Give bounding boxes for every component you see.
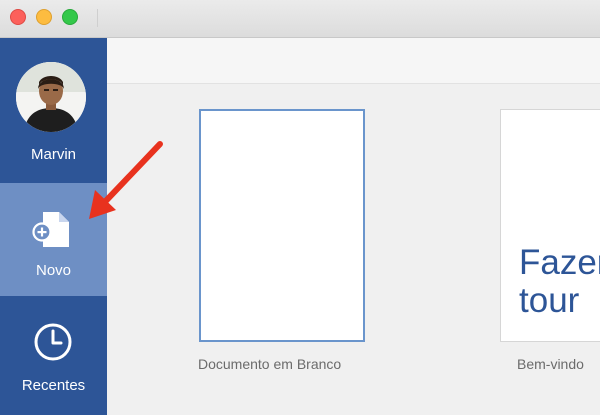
user-name: Marvin [30,146,76,163]
tour-thumbnail-line2: tour [519,280,580,320]
window-titlebar [0,0,600,38]
sidebar-item-recent-label: Recentes [21,377,86,394]
sidebar-item-new-label: Novo [35,262,72,279]
avatar[interactable] [16,62,86,132]
gallery-header [107,38,600,84]
new-document-icon [32,212,69,247]
tour-thumbnail-text: Fazer tour [519,244,600,320]
template-gallery: Documento em Branco Fazer tour Bem-vindo [107,38,600,415]
welcome-tour-caption: Bem-vindo [517,356,584,372]
sidebar-item-new[interactable]: Novo [0,183,107,296]
sidebar-item-recent[interactable]: Recentes [0,300,107,415]
sidebar: Marvin Novo Recentes [0,38,107,415]
clock-icon [34,323,72,361]
maximize-window-button[interactable] [62,9,78,25]
titlebar-divider [97,9,98,27]
tour-thumbnail-line1: Fazer [519,243,600,282]
blank-document-caption: Documento em Branco [198,356,342,372]
blank-document-template[interactable] [199,109,365,342]
user-profile[interactable]: Marvin [0,38,107,182]
minimize-window-button[interactable] [36,9,52,25]
welcome-tour-template[interactable]: Fazer tour [500,109,600,342]
close-window-button[interactable] [10,9,26,25]
